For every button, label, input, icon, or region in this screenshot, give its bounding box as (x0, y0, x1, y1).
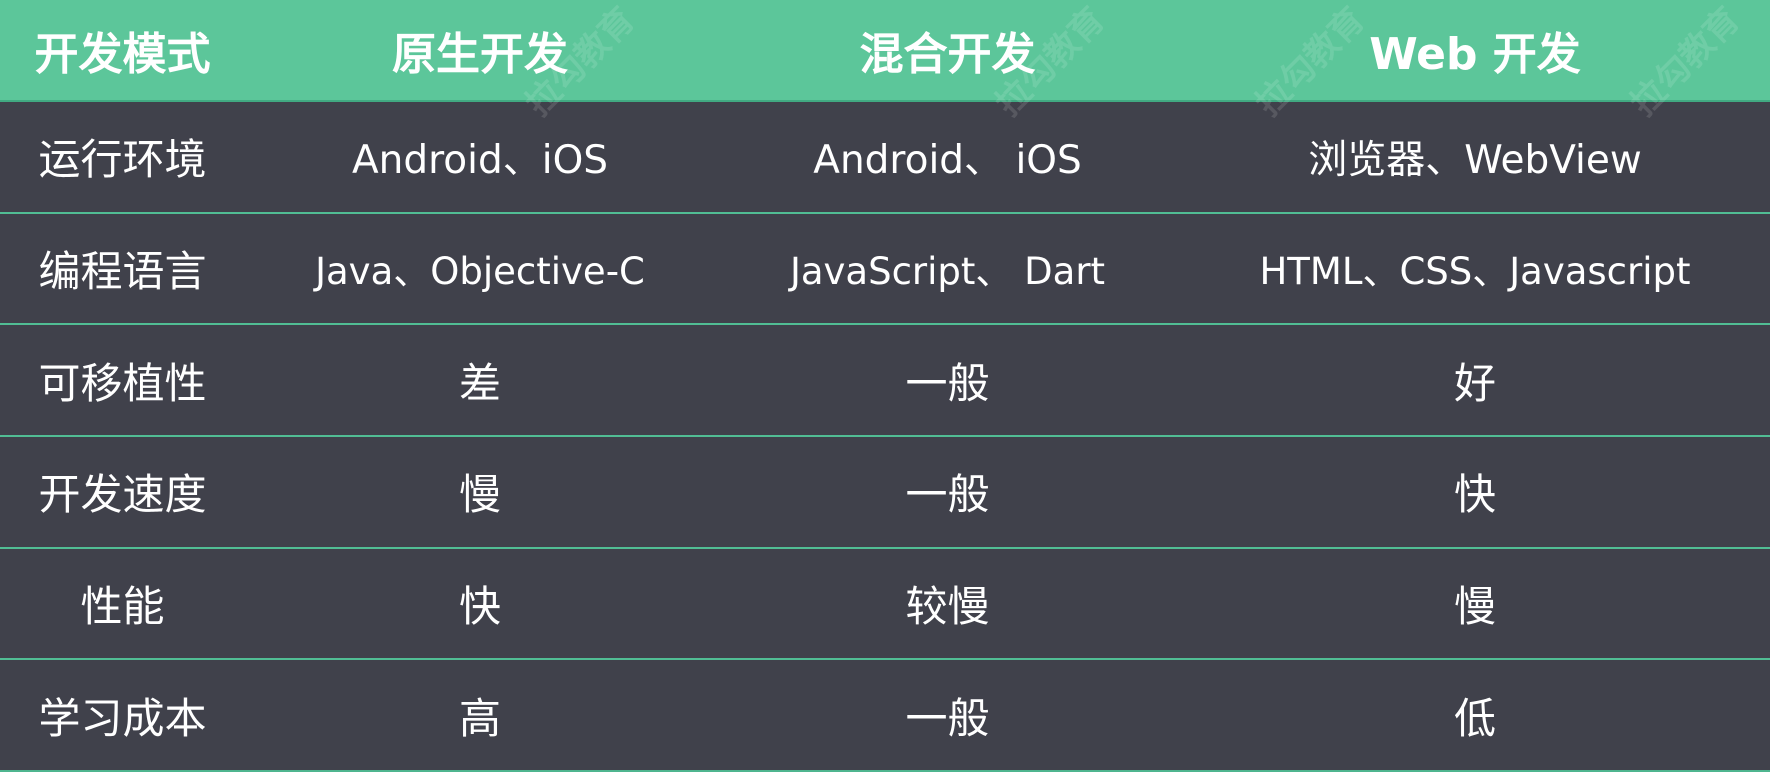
header-row: 开发模式 原生开发 混合开发 Web 开发 (0, 0, 1770, 102)
row-label-portability: 可移植性 (0, 324, 245, 437)
native-speed-cell: 慢 (245, 435, 715, 549)
web-runtime-cell: 浏览器、WebView (1180, 101, 1770, 214)
hybrid-learning-cost-cell: 一般 (715, 659, 1180, 772)
hybrid-runtime-cell: Android、 iOS (715, 101, 1180, 214)
native-runtime-cell: Android、iOS (245, 101, 715, 214)
web-performance-cell: 慢 (1180, 547, 1770, 661)
header-cell-mode: 开发模式 (0, 0, 245, 102)
row-label-speed: 开发速度 (0, 435, 245, 549)
hybrid-portability-cell: 一般 (715, 324, 1180, 437)
web-learning-cost-cell: 低 (1180, 659, 1770, 772)
header-cell-native: 原生开发 (245, 0, 715, 102)
table-body: 运行环境 Android、iOS Android、 iOS 浏览器、WebVie… (0, 101, 1770, 772)
row-label-runtime: 运行环境 (0, 101, 245, 214)
row-label-performance: 性能 (0, 547, 245, 661)
table-row: 开发速度 慢 一般 快 (0, 435, 1770, 549)
table-header: 开发模式 原生开发 混合开发 Web 开发 (0, 0, 1770, 102)
hybrid-performance-cell: 较慢 (715, 547, 1180, 661)
table-row: 学习成本 高 一般 低 (0, 659, 1770, 772)
header-cell-web: Web 开发 (1180, 0, 1770, 102)
hybrid-language-cell: JavaScript、 Dart (715, 212, 1180, 326)
table-row: 编程语言 Java、Objective-C JavaScript、 Dart H… (0, 212, 1770, 326)
web-language-cell: HTML、CSS、Javascript (1180, 212, 1770, 326)
native-language-cell: Java、Objective-C (245, 212, 715, 326)
row-label-language: 编程语言 (0, 212, 245, 326)
web-speed-cell: 快 (1180, 435, 1770, 549)
native-performance-cell: 快 (245, 547, 715, 661)
table-row: 性能 快 较慢 慢 (0, 547, 1770, 661)
web-portability-cell: 好 (1180, 324, 1770, 437)
row-label-learning-cost: 学习成本 (0, 659, 245, 772)
native-learning-cost-cell: 高 (245, 659, 715, 772)
table-row: 运行环境 Android、iOS Android、 iOS 浏览器、WebVie… (0, 101, 1770, 214)
header-cell-hybrid: 混合开发 (715, 0, 1180, 102)
table-row: 可移植性 差 一般 好 (0, 324, 1770, 437)
native-portability-cell: 差 (245, 324, 715, 437)
hybrid-speed-cell: 一般 (715, 435, 1180, 549)
development-mode-comparison-table: 开发模式 原生开发 混合开发 Web 开发 运行环境 Android、iOS A… (0, 0, 1770, 772)
